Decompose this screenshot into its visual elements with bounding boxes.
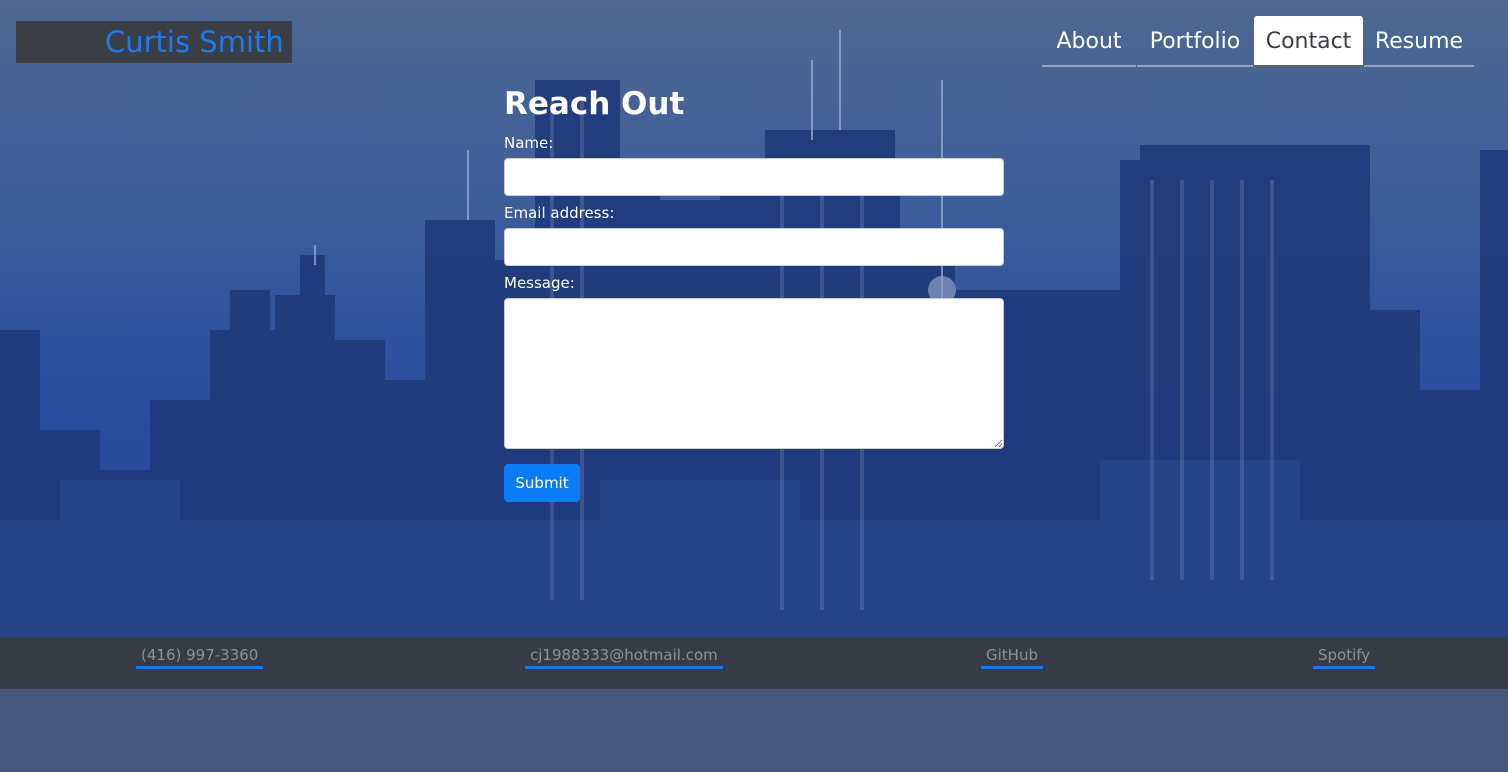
email-input[interactable] xyxy=(504,228,1004,266)
main-nav: About Portfolio Contact Resume xyxy=(1042,16,1476,67)
footer-phone-link[interactable]: (416) 997-3360 xyxy=(136,646,264,669)
email-label: Email address: xyxy=(504,204,615,222)
nav-item-resume[interactable]: Resume xyxy=(1364,16,1474,67)
nav-item-contact[interactable]: Contact xyxy=(1254,16,1363,67)
message-label: Message: xyxy=(504,274,575,292)
message-textarea[interactable] xyxy=(504,298,1004,449)
name-input[interactable] xyxy=(504,158,1004,196)
submit-button[interactable]: Submit xyxy=(504,464,580,502)
footer-spotify-link[interactable]: Spotify xyxy=(1313,646,1376,669)
footer-email-link[interactable]: cj1988333@hotmail.com xyxy=(525,646,723,669)
footer: (416) 997-3360 cj1988333@hotmail.com Git… xyxy=(0,637,1508,689)
nav-item-portfolio[interactable]: Portfolio xyxy=(1137,16,1253,67)
footer-github-link[interactable]: GitHub xyxy=(981,646,1043,669)
nav-item-about[interactable]: About xyxy=(1042,16,1136,67)
name-label: Name: xyxy=(504,134,554,152)
page-title: Reach Out xyxy=(504,86,685,122)
contact-form: Reach Out Name: Email address: Message: … xyxy=(504,86,1004,502)
brand-name[interactable]: Curtis Smith xyxy=(16,21,292,63)
